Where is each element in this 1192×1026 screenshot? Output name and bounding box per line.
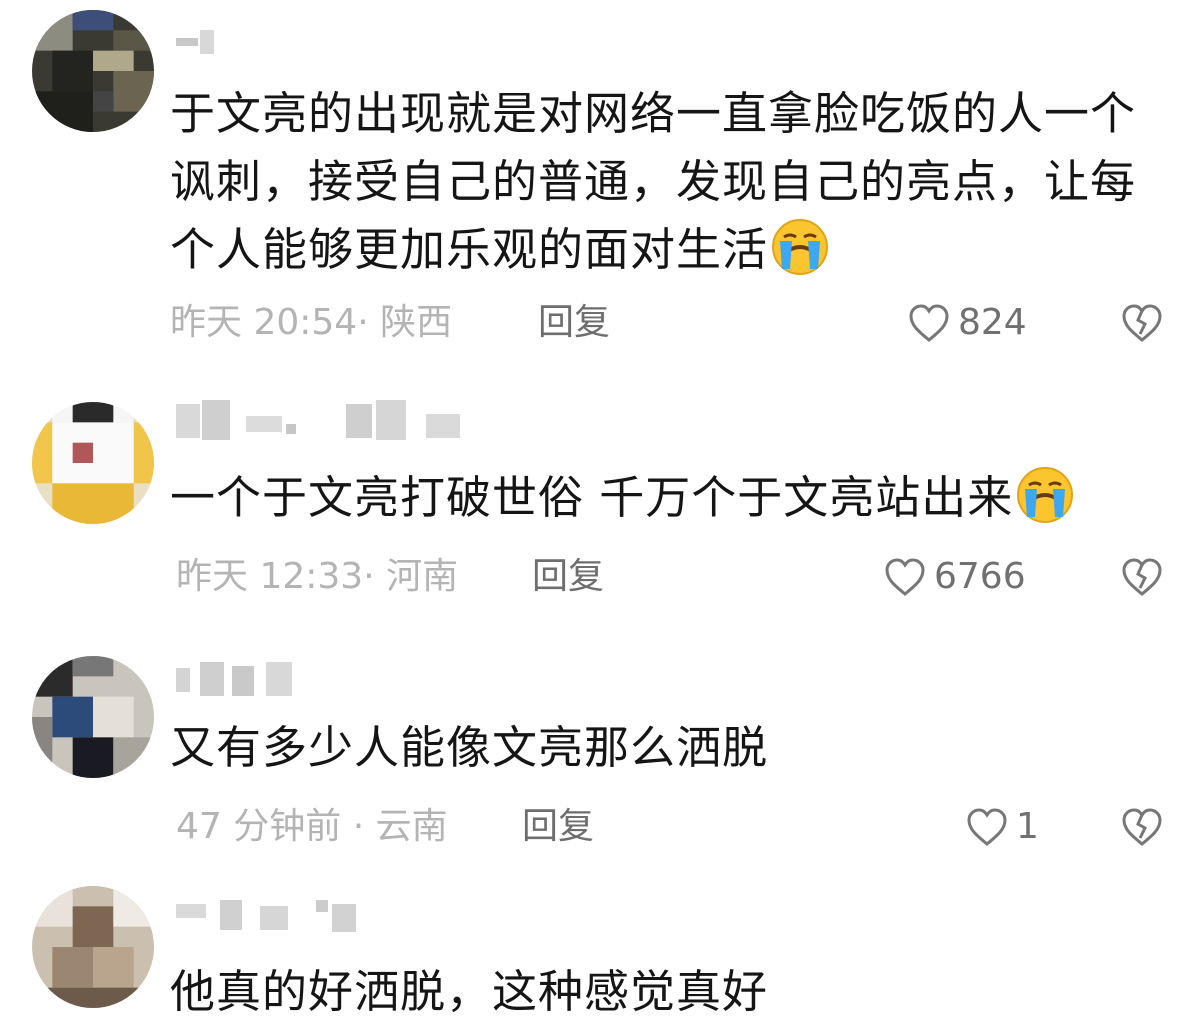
like-count: 824 <box>958 302 1027 343</box>
comment-meta: 昨天 12:33· 河南 回复 6766 <box>170 552 1170 602</box>
avatar[interactable] <box>32 886 154 1008</box>
like-count: 6766 <box>934 556 1026 597</box>
comment-time: 昨天 20:54· 陕西 <box>170 302 453 343</box>
username-blurred[interactable] <box>176 662 306 696</box>
avatar[interactable] <box>32 656 154 778</box>
crying-face-icon <box>1015 465 1075 525</box>
broken-heart-icon[interactable] <box>1120 302 1164 344</box>
username-blurred[interactable] <box>176 400 466 440</box>
like-button[interactable]: 824 <box>908 298 1027 348</box>
broken-heart-icon[interactable] <box>1120 556 1164 598</box>
comment-text-body: 又有多少人能像文亮那么洒脱 <box>170 721 769 774</box>
broken-heart-icon[interactable] <box>1120 806 1164 848</box>
reply-button[interactable]: 回复 <box>532 552 604 602</box>
comment-time: 昨天 12:33· 河南 <box>176 556 459 597</box>
comment-meta: 47 分钟前 · 云南 回复 1 <box>170 802 1170 852</box>
heart-icon <box>967 808 1007 846</box>
comment-time: 47 分钟前 · 云南 <box>176 806 448 847</box>
comment-text-body: 于文亮的出现就是对网络一直拿脸吃饭的人一个讽刺，接受自己的普通，发现自己的亮点，… <box>170 87 1137 276</box>
comment-text: 于文亮的出现就是对网络一直拿脸吃饭的人一个讽刺，接受自己的普通，发现自己的亮点，… <box>170 80 1160 284</box>
heart-icon <box>909 304 949 342</box>
avatar[interactable] <box>32 402 154 524</box>
comment-text-body: 他真的好洒脱，这种感觉真好 <box>170 965 769 1018</box>
comment-text: 一个于文亮打破世俗 千万个于文亮站出来 <box>170 464 1160 532</box>
like-button[interactable]: 1 <box>966 802 1039 852</box>
comment-meta: 昨天 20:54· 陕西 回复 824 <box>170 298 1170 348</box>
comment-text-body: 一个于文亮打破世俗 千万个于文亮站出来 <box>170 471 1014 524</box>
heart-icon <box>885 558 925 596</box>
crying-face-icon <box>770 217 830 277</box>
reply-button[interactable]: 回复 <box>538 298 610 348</box>
comment-text: 他真的好洒脱，这种感觉真好 <box>170 958 1160 1026</box>
like-button[interactable]: 6766 <box>884 552 1026 602</box>
reply-button[interactable]: 回复 <box>522 802 594 852</box>
comment-text: 又有多少人能像文亮那么洒脱 <box>170 714 1160 782</box>
avatar[interactable] <box>32 10 154 132</box>
like-count: 1 <box>1016 806 1039 847</box>
username-blurred[interactable] <box>176 30 236 60</box>
username-blurred[interactable] <box>176 900 376 932</box>
